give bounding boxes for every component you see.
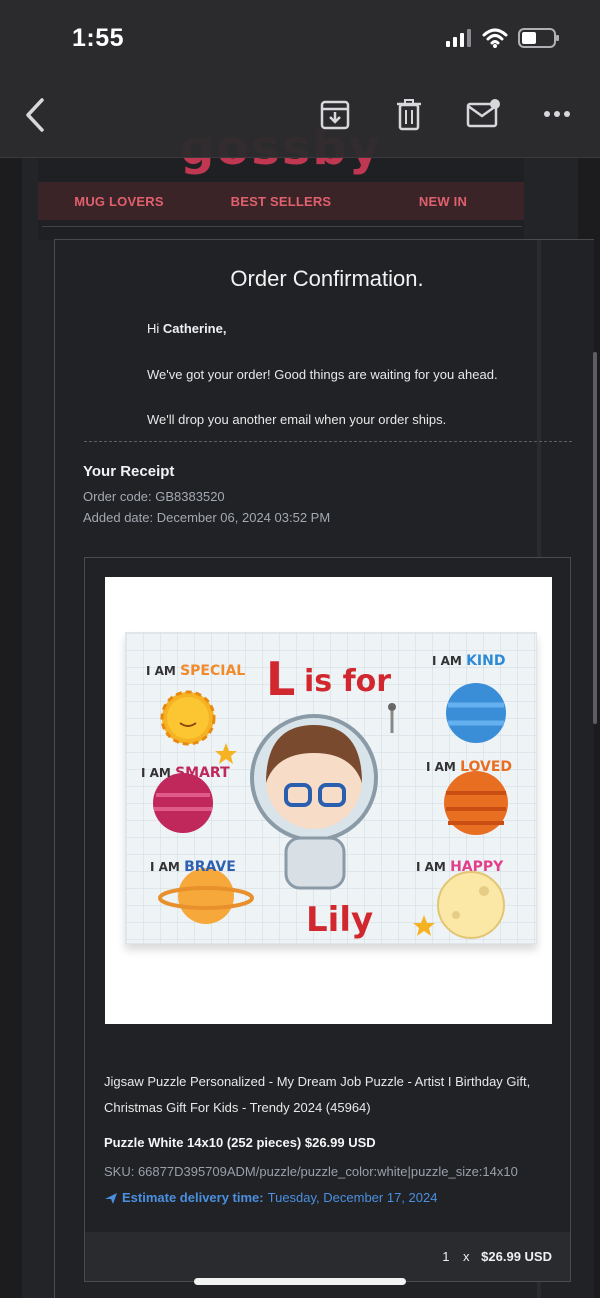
quantity: 1 xyxy=(442,1249,450,1264)
battery-icon xyxy=(518,28,559,48)
added-date: Added date: December 06, 2024 03:52 PM xyxy=(83,510,331,525)
delivery-estimate: Estimate delivery time: Tuesday, Decembe… xyxy=(104,1190,437,1205)
status-icons xyxy=(446,28,560,48)
order-code: Order code: GB8383520 xyxy=(83,489,225,504)
shipping-notice-text: We'll drop you another email when your o… xyxy=(147,412,447,427)
delivery-estimate-date: Tuesday, December 17, 2024 xyxy=(267,1190,438,1205)
order-received-text: We've got your order! Good things are wa… xyxy=(147,367,498,382)
puzzle-artwork: L is for Lily I AM SPECIAL I AM KIND I A… xyxy=(125,632,537,944)
product-image[interactable]: L is for Lily I AM SPECIAL I AM KIND I A… xyxy=(105,577,552,1024)
product-sku: SKU: 66877D395709ADM/puzzle/puzzle_color… xyxy=(104,1164,518,1179)
dashed-divider xyxy=(84,441,572,442)
customer-name: Catherine, xyxy=(162,321,227,336)
email-nav-bar: MUG LOVERS BEST SELLERS NEW IN xyxy=(38,182,524,220)
email-title: Order Confirmation. xyxy=(230,266,424,291)
puzzle-headline-text: is for xyxy=(304,664,391,699)
puzzle-headline-initial: L xyxy=(266,652,295,706)
chevron-left-icon[interactable] xyxy=(24,98,46,132)
svg-text:I AM SPECIAL: I AM SPECIAL xyxy=(146,663,245,679)
svg-text:I AM LOVED: I AM LOVED xyxy=(426,759,512,775)
puzzle-child-name: Lily xyxy=(306,900,373,940)
mail-toolbar: 1:55 xyxy=(0,0,600,158)
svg-text:I AM HAPPY: I AM HAPPY xyxy=(416,859,504,875)
sun-planet xyxy=(160,690,216,746)
product-variant: Puzzle White 14x10 (252 pieces) $26.99 U… xyxy=(104,1135,376,1150)
product-name-line-2[interactable]: Christmas Gift For Kids - Trendy 2024 (4… xyxy=(104,1100,371,1115)
wifi-icon xyxy=(482,28,508,48)
quantity-and-total: 1 x $26.99 USD xyxy=(442,1249,552,1264)
receipt-heading: Your Receipt xyxy=(83,463,175,480)
trash-icon[interactable] xyxy=(396,99,422,131)
svg-text:I AM SMART: I AM SMART xyxy=(141,765,230,781)
line-total: $26.99 USD xyxy=(481,1249,552,1264)
greeting: Hi Catherine, xyxy=(147,321,227,336)
product-name-line-1[interactable]: Jigsaw Puzzle Personalized - My Dream Jo… xyxy=(104,1074,530,1089)
airplane-icon xyxy=(105,1192,117,1204)
divider xyxy=(42,226,522,227)
nav-link-mug-lovers[interactable]: MUG LOVERS xyxy=(38,194,200,209)
status-time: 1:55 xyxy=(72,24,125,52)
nav-link-best-sellers[interactable]: BEST SELLERS xyxy=(200,194,362,209)
times-sign: x xyxy=(463,1249,470,1264)
svg-text:I AM BRAVE: I AM BRAVE xyxy=(150,859,236,875)
delivery-estimate-label: Estimate delivery time: xyxy=(122,1190,264,1205)
cellular-signal-icon xyxy=(446,29,471,47)
archive-icon[interactable] xyxy=(320,100,350,130)
envelope-badge-icon[interactable] xyxy=(466,98,502,128)
scrollbar[interactable] xyxy=(593,352,597,724)
nav-link-new-in[interactable]: NEW IN xyxy=(362,194,524,209)
home-indicator[interactable] xyxy=(194,1278,406,1285)
svg-text:I AM KIND: I AM KIND xyxy=(432,653,505,669)
ellipsis-icon[interactable] xyxy=(543,110,571,118)
